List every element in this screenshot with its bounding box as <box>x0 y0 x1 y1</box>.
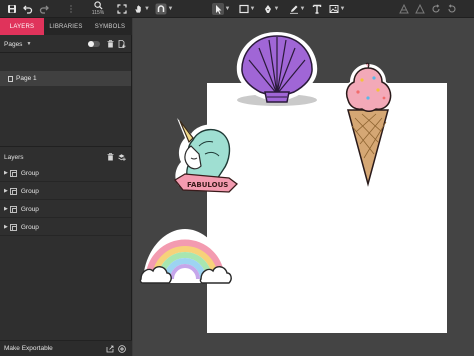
pages-header[interactable]: Pages ▼ <box>0 37 132 51</box>
rectangle-tool-button[interactable]: ▼ <box>238 2 256 16</box>
hand-tool-button[interactable]: ▼ <box>134 2 150 16</box>
tab-symbols[interactable]: SYMBOLS <box>88 18 132 35</box>
divider <box>0 146 131 147</box>
group-icon <box>9 205 17 213</box>
layer-row[interactable]: ▶ Group <box>0 165 131 182</box>
separator-dots-icon <box>66 2 76 16</box>
hand-icon <box>135 5 141 13</box>
rotate-icon[interactable] <box>430 2 442 16</box>
flip-icon[interactable] <box>446 2 458 16</box>
layers-title: Layers <box>4 153 24 161</box>
trash-icon[interactable] <box>106 153 114 161</box>
distribute-icon[interactable] <box>414 2 426 16</box>
pen-tool-button[interactable]: ▼ <box>262 2 280 16</box>
layer-row[interactable]: ▶ Group <box>0 219 131 236</box>
rectangle-icon <box>238 4 249 14</box>
snap-toggle-button[interactable]: ▼ <box>154 2 174 16</box>
canvas[interactable]: FABULOUS <box>133 18 474 356</box>
page-item-label: Page 1 <box>16 75 37 82</box>
divider <box>0 52 131 53</box>
expand-triangle-icon[interactable]: ▶ <box>4 224 8 230</box>
layer-label: Group <box>20 205 39 213</box>
unicorn-sticker[interactable]: FABULOUS <box>169 110 243 206</box>
pages-toggle[interactable] <box>88 41 100 47</box>
banner-text: FABULOUS <box>187 181 228 189</box>
rainbow-sticker[interactable] <box>137 223 233 289</box>
magnet-icon <box>155 3 167 15</box>
layer-label: Group <box>20 223 39 231</box>
select-tool-button[interactable]: ▼ <box>210 2 232 16</box>
tab-layers[interactable]: LAYERS <box>0 18 44 35</box>
text-tool-button[interactable] <box>311 2 323 16</box>
make-exportable-label[interactable]: Make Exportable <box>4 345 53 352</box>
expand-triangle-icon[interactable]: ▶ <box>4 170 8 176</box>
align-icon[interactable] <box>398 2 410 16</box>
redo-icon[interactable] <box>38 2 50 16</box>
layer-row[interactable]: ▶ Group <box>0 183 131 200</box>
top-toolbar: 115% ▼ ▼ ▼ ▼ ▼ ▼ ▼ <box>0 0 474 18</box>
image-icon <box>329 5 339 13</box>
select-arrow-icon <box>211 3 224 15</box>
artboard[interactable] <box>207 83 447 333</box>
zoom-level[interactable]: 115% <box>90 10 106 16</box>
panel-tabs: LAYERS LIBRARIES SYMBOLS <box>0 18 132 35</box>
undo-icon[interactable] <box>22 2 34 16</box>
add-export-icon[interactable] <box>118 345 126 353</box>
fit-screen-icon[interactable] <box>116 2 128 16</box>
text-icon <box>312 4 322 14</box>
expand-triangle-icon[interactable]: ▶ <box>4 188 8 194</box>
image-tool-button[interactable]: ▼ <box>328 2 346 16</box>
expand-triangle-icon[interactable]: ▶ <box>4 206 8 212</box>
layer-label: Group <box>20 187 39 195</box>
add-page-icon[interactable] <box>118 40 126 48</box>
pencil-icon <box>289 5 298 14</box>
export-icon[interactable] <box>106 345 114 353</box>
group-icon <box>9 223 17 231</box>
pencil-tool-button[interactable]: ▼ <box>288 2 306 16</box>
layer-row[interactable]: ▶ Group <box>0 201 131 218</box>
make-exportable-bar: Make Exportable <box>0 340 132 356</box>
page-item[interactable]: Page 1 <box>0 71 131 86</box>
add-layer-icon[interactable] <box>118 153 126 161</box>
tab-libraries[interactable]: LIBRARIES <box>44 18 88 35</box>
layers-header: Layers <box>0 150 132 164</box>
chevron-down-icon[interactable]: ▼ <box>26 41 31 47</box>
zoom-icon[interactable] <box>92 1 104 10</box>
group-icon <box>9 187 17 195</box>
pen-icon <box>264 5 271 13</box>
layer-label: Group <box>20 169 39 177</box>
seashell-sticker[interactable] <box>229 28 325 110</box>
trash-icon[interactable] <box>106 40 114 48</box>
group-icon <box>9 169 17 177</box>
pages-title: Pages <box>4 40 23 48</box>
ice-cream-sticker[interactable] <box>338 62 398 198</box>
left-panel: LAYERS LIBRARIES SYMBOLS Pages ▼ Page 1 … <box>0 18 132 356</box>
save-icon[interactable] <box>6 2 18 16</box>
page-icon <box>8 75 13 82</box>
